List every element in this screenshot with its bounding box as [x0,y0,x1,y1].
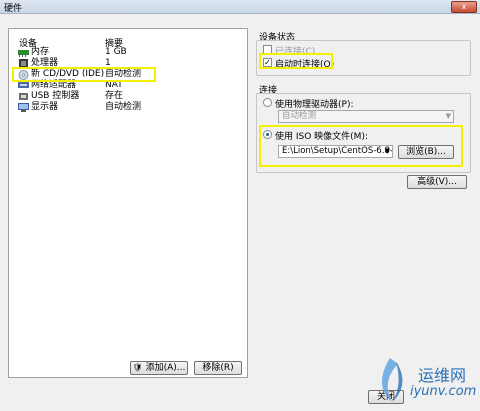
window-title: 硬件 [4,4,23,14]
device-row-memory[interactable]: 内存 1 GB [9,47,247,58]
title-bar: 硬件 x [0,0,480,14]
shield-icon: 🛡 [132,363,143,372]
advanced-button[interactable]: 高级(V)... [407,175,467,189]
physical-drive-select[interactable]: 自动检测 ▼ [278,110,454,123]
device-summary: 存在 [105,91,124,101]
device-name: USB 控制器 [31,91,80,101]
physical-drive-radio[interactable] [263,98,272,107]
watermark-logo-icon [382,358,403,402]
device-row-usb-controller[interactable]: USB 控制器 存在 [9,91,247,102]
iso-highlight-box [259,125,463,167]
device-summary: 1 GB [105,47,127,57]
network-adapter-icon [18,82,29,88]
physical-drive-value: 自动检测 [282,111,317,121]
add-device-button[interactable]: 🛡 添加(A)... [130,361,188,375]
remove-device-button[interactable]: 移除(R) [194,361,242,375]
memory-icon [18,50,29,57]
display-icon [18,103,29,112]
device-list-panel: 设备 摘要 内存 1 GB 处理器 1 新 CD/DVD (IDE) 自动检测 … [8,28,248,378]
device-summary: 自动检测 [105,102,142,112]
watermark-text-cn: 运维网 [418,366,467,385]
window-close-button[interactable]: x [451,1,477,13]
watermark-text-en: iyunv.com [410,384,477,399]
site-watermark: 运维网 iyunv.com [370,352,476,408]
add-device-label: 添加(A)... [145,363,186,373]
usb-controller-icon [19,93,28,100]
power-on-highlight-box [259,53,333,69]
device-name: 内存 [31,47,50,57]
cd-dvd-highlight-box [12,67,156,82]
device-row-display[interactable]: 显示器 自动检测 [9,102,247,113]
physical-drive-label: 使用物理驱动器(P): [275,100,354,110]
chevron-down-icon: ▼ [445,112,451,120]
device-name: 显示器 [31,102,59,112]
